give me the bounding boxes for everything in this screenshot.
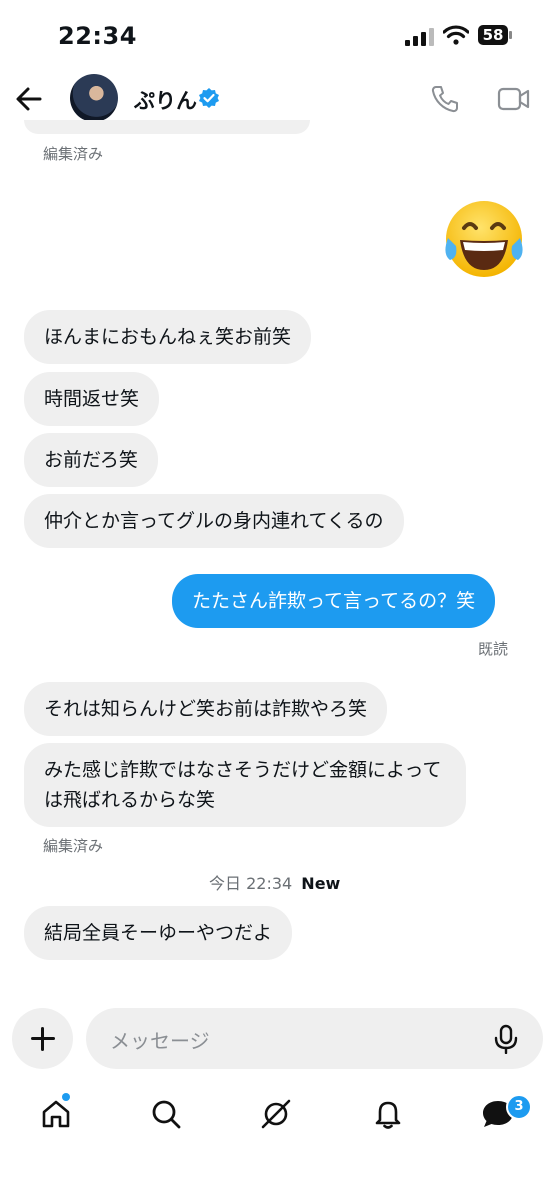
notifications-bell-icon[interactable] (372, 1098, 404, 1130)
received-message[interactable]: お前だろ笑 (24, 433, 158, 487)
add-attachment-button[interactable] (12, 1008, 73, 1069)
received-message[interactable]: みた感じ詐欺ではなさそうだけど金額によっては飛ばれるからな笑 (24, 743, 466, 827)
timestamp-text: 今日 22:34 (209, 874, 293, 893)
received-message[interactable]: 仲介とか言ってグルの身内連れてくるの (24, 494, 404, 548)
messages-unread-badge: 3 (506, 1094, 532, 1120)
laughing-emoji-message[interactable] (440, 198, 528, 280)
received-message[interactable]: 結局全員そーゆーやつだよ (24, 906, 293, 960)
search-icon[interactable] (150, 1098, 182, 1130)
previous-message-bubble (24, 120, 310, 134)
read-receipt: 既読 (478, 640, 509, 658)
edited-label: 編集済み (43, 145, 104, 163)
avatar[interactable] (70, 74, 118, 122)
verified-badge-icon (199, 88, 219, 108)
wifi-icon (443, 25, 469, 45)
received-message[interactable]: 時間返せ笑 (24, 372, 160, 426)
battery-indicator: 58 (478, 25, 514, 45)
contact-name[interactable]: ぷりん (134, 85, 197, 115)
grok-icon[interactable] (260, 1098, 292, 1130)
status-time: 22:34 (58, 22, 137, 50)
message-timestamp: 今日 22:34 New (209, 870, 340, 894)
message-input-placeholder: メッセージ (110, 1029, 210, 1053)
cellular-signal-icon (405, 28, 434, 46)
microphone-icon[interactable] (492, 1024, 520, 1054)
video-call-icon[interactable] (497, 86, 531, 112)
battery-level: 58 (482, 26, 504, 44)
phone-call-icon[interactable] (430, 84, 460, 114)
new-label: New (301, 874, 341, 893)
received-message[interactable]: ほんまにおもんねぇ笑お前笑 (24, 310, 312, 364)
edited-label: 編集済み (43, 837, 104, 855)
sent-message[interactable]: たたさん詐欺って言ってるの？笑 (172, 574, 496, 628)
received-message[interactable]: それは知らんけど笑お前は詐欺やろ笑 (24, 682, 388, 736)
home-icon[interactable] (40, 1098, 72, 1130)
home-notification-dot (62, 1093, 70, 1101)
back-arrow-icon[interactable] (14, 84, 44, 114)
message-input[interactable]: メッセージ (86, 1008, 543, 1069)
